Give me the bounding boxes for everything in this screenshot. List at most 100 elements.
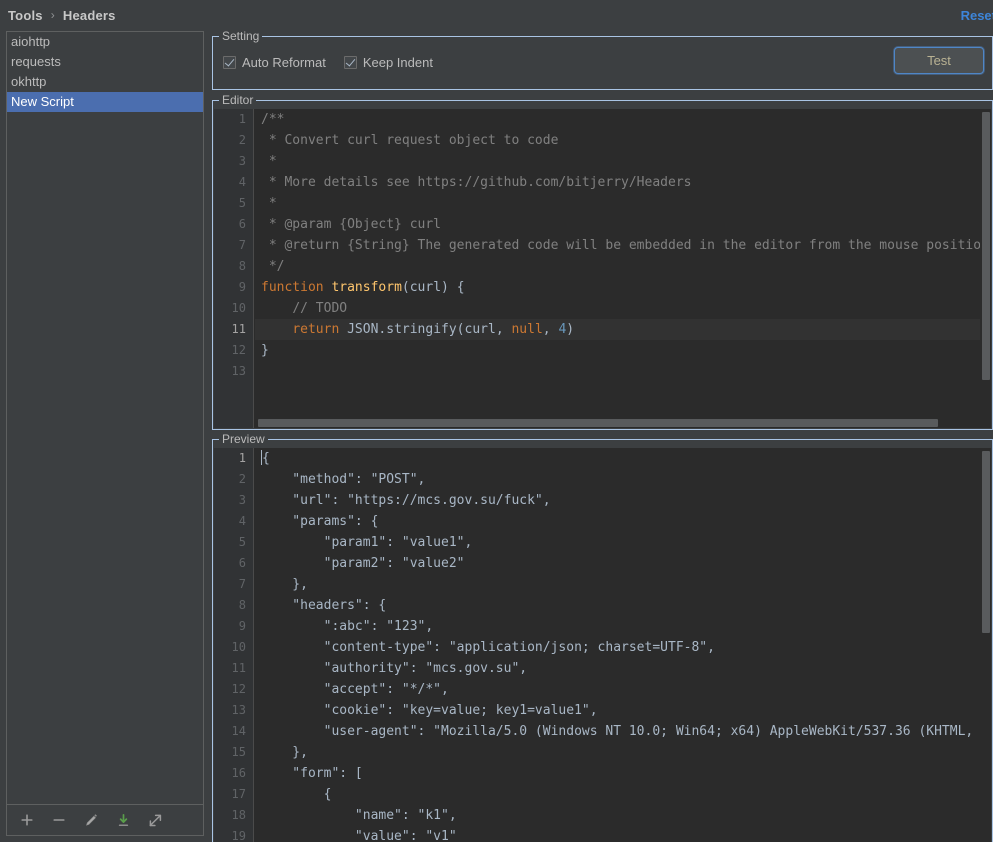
editor-code-line[interactable]: * — [255, 151, 991, 172]
code-token: "url": "https://mcs.gov.su/fuck", — [261, 493, 551, 508]
preview-code-pane[interactable]: 1234567891011121314151617181920 { "metho… — [214, 448, 991, 842]
code-token: */ — [261, 259, 284, 274]
preview-code-line[interactable]: }, — [255, 742, 991, 763]
editor-code-area[interactable]: /** * Convert curl request object to cod… — [255, 109, 991, 428]
setting-options-row: Auto Reformat Keep Indent — [223, 55, 433, 70]
preview-vertical-scrollbar-thumb[interactable] — [982, 451, 990, 633]
editor-code-line[interactable]: return JSON.stringify(curl, null, 4) — [255, 319, 991, 340]
preview-code-line[interactable]: "authority": "mcs.gov.su", — [255, 658, 991, 679]
editor-line-number: 10 — [214, 298, 253, 319]
preview-line-number: 2 — [214, 469, 253, 490]
preview-code-area[interactable]: { "method": "POST", "url": "https://mcs.… — [255, 448, 991, 842]
preview-line-number: 18 — [214, 805, 253, 826]
preview-vertical-scrollbar[interactable] — [980, 448, 991, 842]
code-token: function — [261, 280, 324, 295]
test-button[interactable]: Test — [894, 47, 984, 74]
editor-code-pane[interactable]: 12345678910111213 /** * Convert curl req… — [214, 109, 991, 428]
editor-group: Editor 12345678910111213 /** * Convert c… — [212, 100, 993, 430]
keep-indent-label: Keep Indent — [363, 55, 433, 70]
preview-code-line[interactable]: "form": [ — [255, 763, 991, 784]
script-list-item-label: requests — [11, 54, 61, 69]
edit-script-icon[interactable] — [81, 810, 101, 830]
script-list-item[interactable]: aiohttp — [7, 32, 203, 52]
editor-code-line[interactable]: */ — [255, 256, 991, 277]
editor-code-line[interactable]: * @param {Object} curl — [255, 214, 991, 235]
preview-code-line[interactable]: ":abc": "123", — [255, 616, 991, 637]
preview-code-line[interactable]: { — [255, 448, 991, 469]
preview-code-line[interactable]: "user-agent": "Mozilla/5.0 (Windows NT 1… — [255, 721, 991, 742]
preview-code-line[interactable]: "value": "v1" — [255, 826, 991, 842]
code-token — [261, 301, 292, 316]
code-token: return — [292, 322, 339, 337]
add-script-icon[interactable] — [17, 810, 37, 830]
preview-line-number: 7 — [214, 574, 253, 595]
auto-reformat-checkbox[interactable]: Auto Reformat — [223, 55, 326, 70]
preview-code-line[interactable]: "content-type": "application/json; chars… — [255, 637, 991, 658]
preview-code-line[interactable]: "accept": "*/*", — [255, 679, 991, 700]
preview-line-number: 11 — [214, 658, 253, 679]
preview-code-line[interactable]: "cookie": "key=value; key1=value1", — [255, 700, 991, 721]
script-list-item[interactable]: okhttp — [7, 72, 203, 92]
reset-link[interactable]: Reset — [961, 4, 993, 26]
preview-line-number: 6 — [214, 553, 253, 574]
auto-reformat-checkbox-box[interactable] — [223, 56, 236, 69]
code-token: "content-type": "application/json; chars… — [261, 640, 715, 655]
script-list-item[interactable]: New Script — [7, 92, 203, 112]
script-list-toolbar — [6, 805, 204, 836]
preview-code-line[interactable]: "name": "k1", — [255, 805, 991, 826]
code-token: }, — [261, 577, 308, 592]
editor-line-number: 12 — [214, 340, 253, 361]
preview-code-line[interactable]: "param1": "value1", — [255, 532, 991, 553]
code-token: "param1": "value1", — [261, 535, 472, 550]
headers-tool-window: Tools › Headers Reset aiohttp requests okh… — [0, 0, 993, 842]
code-token — [261, 322, 292, 337]
preview-code-line[interactable]: "url": "https://mcs.gov.su/fuck", — [255, 490, 991, 511]
script-list[interactable]: aiohttp requests okhttpNew Script — [6, 31, 204, 805]
preview-code-line[interactable]: "method": "POST", — [255, 469, 991, 490]
preview-group: Preview 1234567891011121314151617181920 … — [212, 439, 993, 842]
preview-code-line[interactable]: }, — [255, 574, 991, 595]
code-token: * @param {Object} curl — [261, 217, 441, 232]
editor-code-line[interactable]: // TODO — [255, 298, 991, 319]
preview-code-line[interactable]: "param2": "value2" — [255, 553, 991, 574]
code-token: }, — [261, 745, 308, 760]
code-token: /** — [261, 112, 284, 127]
preview-line-number: 5 — [214, 532, 253, 553]
code-token: * — [261, 154, 277, 169]
editor-code-line[interactable]: function transform(curl) { — [255, 277, 991, 298]
remove-script-icon[interactable] — [49, 810, 69, 830]
code-token: } — [261, 343, 269, 358]
breadcrumb: Tools › Headers — [8, 4, 116, 26]
editor-line-number: 2 — [214, 130, 253, 151]
code-token: // TODO — [292, 301, 347, 316]
code-token: "method": "POST", — [261, 472, 425, 487]
preview-group-title: Preview — [219, 432, 268, 446]
preview-line-number: 4 — [214, 511, 253, 532]
preview-line-number: 14 — [214, 721, 253, 742]
editor-vertical-scrollbar[interactable] — [980, 109, 991, 428]
preview-line-numbers: 1234567891011121314151617181920 — [214, 448, 254, 842]
import-script-icon[interactable] — [113, 810, 133, 830]
preview-code-line[interactable]: "headers": { — [255, 595, 991, 616]
editor-code-line[interactable]: * — [255, 193, 991, 214]
editor-code-line[interactable]: /** — [255, 109, 991, 130]
editor-code-line[interactable]: * More details see https://github.com/bi… — [255, 172, 991, 193]
editor-code-line[interactable]: * @return {String} The generated code wi… — [255, 235, 991, 256]
editor-horizontal-scrollbar[interactable] — [255, 417, 980, 428]
export-script-icon[interactable] — [145, 810, 165, 830]
preview-code-line[interactable]: "params": { — [255, 511, 991, 532]
editor-line-number: 5 — [214, 193, 253, 214]
preview-code-line[interactable]: { — [255, 784, 991, 805]
editor-code-line[interactable]: * Convert curl request object to code — [255, 130, 991, 151]
script-list-item[interactable]: requests — [7, 52, 203, 72]
preview-line-number: 3 — [214, 490, 253, 511]
keep-indent-checkbox[interactable]: Keep Indent — [344, 55, 433, 70]
keep-indent-checkbox-box[interactable] — [344, 56, 357, 69]
editor-line-number: 4 — [214, 172, 253, 193]
breadcrumb-root[interactable]: Tools — [8, 8, 43, 23]
editor-horizontal-scrollbar-thumb[interactable] — [258, 419, 938, 427]
editor-code-line[interactable]: } — [255, 340, 991, 361]
editor-code-line[interactable] — [255, 361, 991, 382]
code-token: ":abc": "123", — [261, 619, 433, 634]
editor-vertical-scrollbar-thumb[interactable] — [982, 112, 990, 380]
